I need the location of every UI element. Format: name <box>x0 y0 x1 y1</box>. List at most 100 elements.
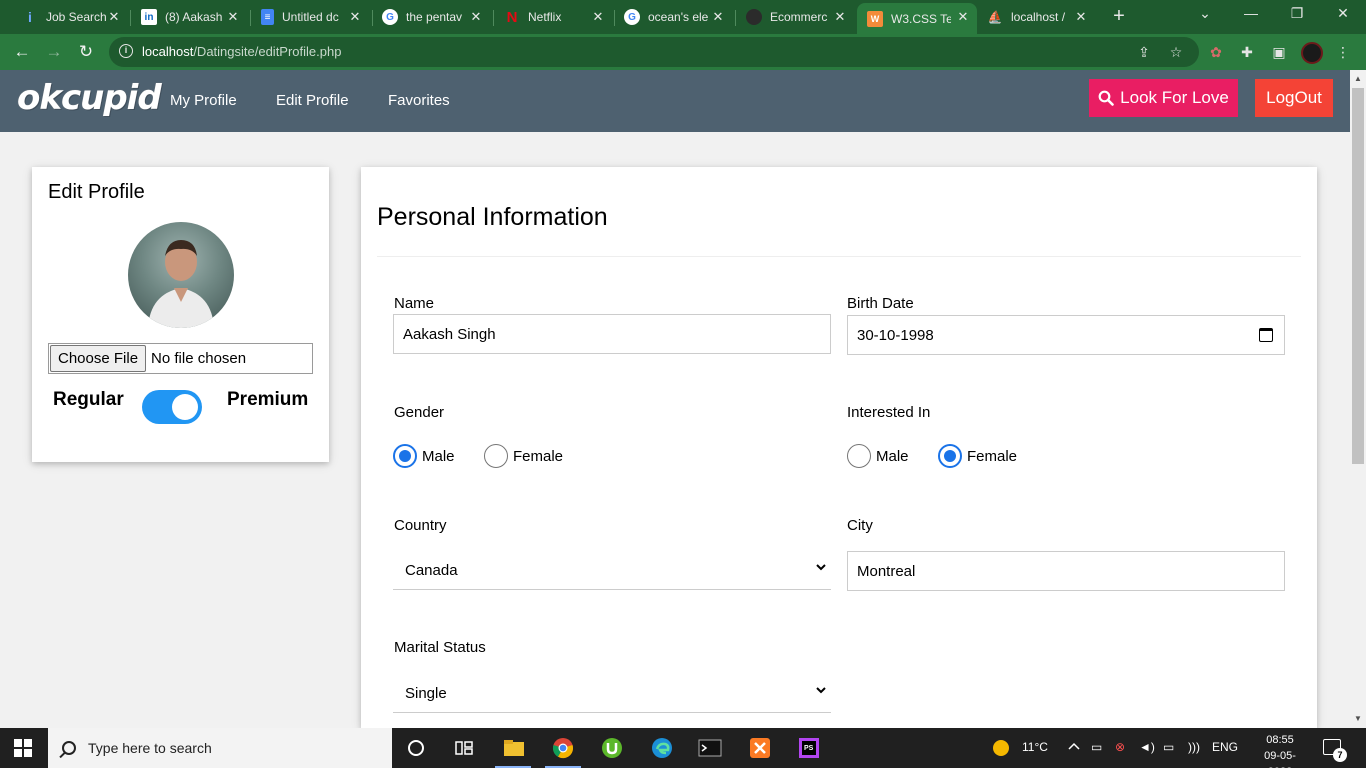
city-input[interactable]: Montreal <box>847 551 1285 591</box>
weather-temperature[interactable]: 11°C <box>1022 740 1048 754</box>
browser-tab[interactable]: i Job Search ✕ <box>12 3 128 31</box>
radio-label: Male <box>422 447 455 465</box>
scroll-down-icon[interactable]: ▼ <box>1354 714 1362 723</box>
wifi-icon[interactable]: ))) <box>1188 740 1200 754</box>
marital-status-select[interactable]: Single <box>393 674 831 713</box>
tab-title: Job Search <box>46 10 106 24</box>
browser-tab[interactable]: G ocean's ele ✕ <box>614 3 732 31</box>
marital-status-value: Single <box>405 684 447 702</box>
xampp-icon[interactable] <box>746 734 774 762</box>
reload-icon[interactable]: ↻ <box>76 42 96 62</box>
premium-toggle[interactable] <box>142 390 202 424</box>
new-tab-icon[interactable]: + <box>1109 6 1129 26</box>
share-icon[interactable]: ⇪ <box>1135 43 1153 61</box>
indeed-icon: i <box>28 9 32 25</box>
gender-female-radio[interactable]: Female <box>484 444 563 468</box>
scrollbar-thumb[interactable] <box>1352 88 1364 464</box>
bookmark-star-icon[interactable]: ☆ <box>1167 43 1185 61</box>
file-explorer-icon[interactable] <box>500 734 528 762</box>
interested-male-radio[interactable]: Male <box>847 444 909 468</box>
close-tab-icon[interactable]: ✕ <box>832 9 848 25</box>
site-info-icon[interactable]: i <box>119 44 133 58</box>
close-tab-icon[interactable]: ✕ <box>710 9 726 25</box>
edge-icon[interactable] <box>648 734 676 762</box>
gender-male-radio[interactable]: Male <box>393 444 455 468</box>
chrome-icon[interactable] <box>549 734 577 762</box>
radio-checked-icon[interactable] <box>938 444 962 468</box>
cookie-extension-icon[interactable]: ✿ <box>1207 43 1225 61</box>
tab-title: ocean's ele <box>648 10 708 24</box>
utorrent-icon[interactable] <box>598 734 626 762</box>
task-view-icon[interactable] <box>450 734 478 762</box>
browser-tab-active[interactable]: W W3.CSS Te ✕ <box>857 3 977 34</box>
scroll-up-icon[interactable]: ▲ <box>1354 74 1362 83</box>
meet-now-icon[interactable]: ▭ <box>1091 740 1102 754</box>
radio-label: Male <box>876 447 909 465</box>
radio-unchecked-icon[interactable] <box>484 444 508 468</box>
close-window-icon[interactable]: ✕ <box>1331 5 1355 22</box>
windows-start-icon[interactable] <box>14 739 32 757</box>
tab-search-icon[interactable]: ⌄ <box>1193 5 1217 22</box>
svg-text:PS: PS <box>804 745 814 752</box>
browser-tab[interactable]: N Netflix ✕ <box>494 3 612 31</box>
page-scrollbar[interactable]: ▲ ▼ <box>1350 70 1366 728</box>
radio-checked-icon[interactable] <box>393 444 417 468</box>
forward-icon[interactable]: → <box>44 42 64 62</box>
browser-tab-strip: i Job Search ✕ in (8) Aakash ✕ ≡ Untitle… <box>0 0 1366 34</box>
browser-tab[interactable]: in (8) Aakash ✕ <box>131 3 247 31</box>
clock-time: 08:55 <box>1266 734 1294 746</box>
network-error-icon[interactable]: ⊗ <box>1115 740 1125 754</box>
browser-tab[interactable]: ⛵ localhost / ✕ <box>977 3 1095 31</box>
back-icon[interactable]: ← <box>12 42 32 62</box>
edit-profile-card: Edit Profile Choose File No file chosen … <box>32 167 329 462</box>
browser-profile-avatar[interactable] <box>1301 42 1323 64</box>
close-tab-icon[interactable]: ✕ <box>1073 9 1089 25</box>
site-logo[interactable]: okcupid <box>17 78 162 118</box>
tab-title: W3.CSS Te <box>891 11 951 26</box>
cortana-icon[interactable] <box>402 734 430 762</box>
side-panel-icon[interactable]: ▣ <box>1270 43 1288 61</box>
restore-icon[interactable]: ❐ <box>1285 5 1309 22</box>
logout-button[interactable]: LogOut <box>1255 79 1333 117</box>
browser-tab[interactable]: Ecommerc ✕ <box>736 3 854 31</box>
close-tab-icon[interactable]: ✕ <box>468 9 484 25</box>
phpstorm-icon[interactable]: PS <box>795 734 823 762</box>
look-for-love-button[interactable]: Look For Love <box>1089 79 1238 117</box>
terminal-icon[interactable] <box>696 734 724 762</box>
radio-label: Female <box>513 447 564 465</box>
browser-menu-icon[interactable]: ⋮ <box>1334 43 1352 61</box>
close-tab-icon[interactable]: ✕ <box>225 9 241 25</box>
windows-taskbar: Type here to search PS 11°C ▭ ⊗ ◄) ▭ )))… <box>0 728 1366 768</box>
volume-icon[interactable]: ◄) <box>1139 740 1155 754</box>
country-select[interactable]: Canada <box>393 551 831 590</box>
battery-icon[interactable]: ▭ <box>1163 740 1174 754</box>
minimize-icon[interactable]: — <box>1239 5 1263 21</box>
interested-female-radio[interactable]: Female <box>938 444 1017 468</box>
browser-tab[interactable]: G the pentav ✕ <box>372 3 490 31</box>
nav-favorites[interactable]: Favorites <box>388 92 450 109</box>
choose-file-button[interactable]: Choose File <box>50 345 147 372</box>
taskbar-clock[interactable]: 08:55 09-05-2022 <box>1256 732 1304 768</box>
tray-chevron-up-icon[interactable] <box>1068 740 1080 754</box>
name-input[interactable]: Aakash Singh <box>393 314 831 354</box>
close-tab-icon[interactable]: ✕ <box>590 9 606 25</box>
nav-edit-profile[interactable]: Edit Profile <box>276 92 349 109</box>
extensions-puzzle-icon[interactable]: ✚ <box>1238 43 1256 61</box>
calendar-icon[interactable] <box>1259 328 1273 342</box>
taskbar-search-box[interactable]: Type here to search <box>48 728 392 768</box>
close-tab-icon[interactable]: ✕ <box>955 9 971 25</box>
nav-my-profile[interactable]: My Profile <box>170 92 237 109</box>
close-tab-icon[interactable]: ✕ <box>347 9 363 25</box>
birth-date-input[interactable]: 30-10-1998 <box>847 315 1285 355</box>
weather-sun-icon[interactable] <box>992 739 1010 760</box>
tab-title: Netflix <box>528 10 562 24</box>
browser-tab[interactable]: ≡ Untitled dc ✕ <box>251 3 369 31</box>
language-indicator[interactable]: ENG <box>1212 740 1238 754</box>
close-tab-icon[interactable]: ✕ <box>106 9 122 25</box>
address-bar[interactable]: i localhost/Datingsite/editProfile.php ⇪… <box>109 37 1199 67</box>
phpmyadmin-icon: ⛵ <box>987 10 1003 24</box>
radio-unchecked-icon[interactable] <box>847 444 871 468</box>
radio-label: Female <box>967 447 1018 465</box>
photo-file-input[interactable]: Choose File No file chosen <box>48 343 313 374</box>
toggle-knob <box>172 394 198 420</box>
